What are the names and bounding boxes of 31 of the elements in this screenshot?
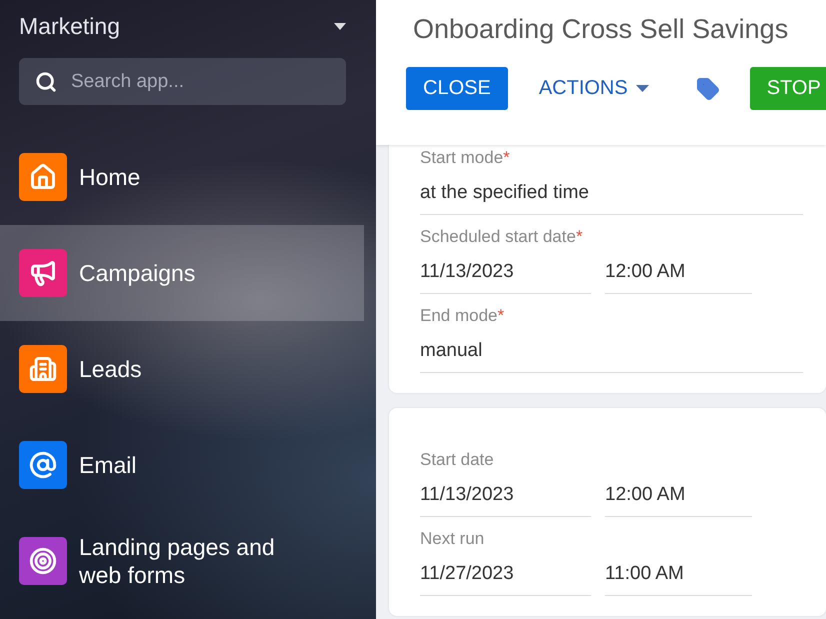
- app-title: Marketing: [19, 12, 120, 40]
- sidebar-item[interactable]: Campaigns: [0, 225, 364, 321]
- search-input[interactable]: Search app...: [69, 70, 330, 94]
- field-label: Next run: [420, 528, 484, 550]
- sidebar-item[interactable]: Leads: [0, 321, 364, 417]
- date-field[interactable]: 11/13/2023: [420, 471, 591, 517]
- required-mark: *: [498, 305, 504, 327]
- time-field[interactable]: 12:00 AM: [605, 248, 752, 294]
- sidebar-item[interactable]: Email: [0, 417, 364, 513]
- search-icon: [35, 70, 57, 92]
- caret-icon: [636, 85, 649, 92]
- sidebar-item[interactable]: Landing pages and web forms: [0, 513, 364, 609]
- date-field[interactable]: 11/13/2023: [420, 248, 591, 294]
- time-field[interactable]: 12:00 AM: [605, 471, 752, 517]
- tag-icon: [696, 76, 720, 100]
- dropdown-caret-icon[interactable]: [334, 22, 346, 30]
- time-field[interactable]: 11:00 AM: [605, 550, 752, 596]
- search-field[interactable]: Search app...: [19, 58, 346, 105]
- close-button[interactable]: CLOSE: [406, 67, 508, 110]
- field-label: Start date: [420, 449, 494, 471]
- actions-button[interactable]: ACTIONS: [522, 67, 666, 110]
- field-label: Start mode: [420, 147, 504, 169]
- field-value[interactable]: manual: [420, 327, 803, 373]
- sidebar-item[interactable]: Home: [0, 129, 364, 225]
- required-mark: *: [503, 147, 510, 169]
- required-mark: *: [576, 226, 583, 248]
- field-label: Scheduled start date: [420, 226, 576, 248]
- page-title: Onboarding Cross Sell Savings: [413, 14, 790, 45]
- date-field[interactable]: 11/27/2023: [420, 550, 591, 596]
- field-value[interactable]: at the specified time: [420, 169, 803, 215]
- field-label: End mode: [420, 305, 498, 327]
